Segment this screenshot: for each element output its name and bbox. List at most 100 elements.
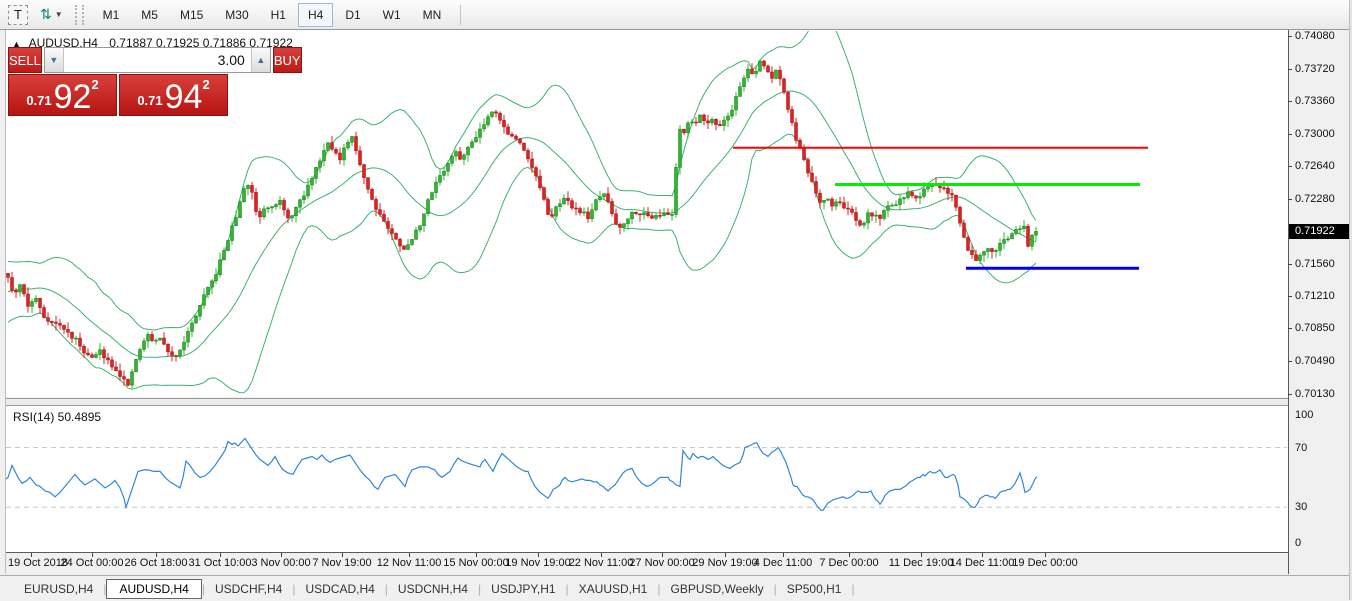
timeframe-button-m1[interactable]: M1 <box>93 3 130 27</box>
sell-price-big: 92 <box>54 82 92 112</box>
price-tick-mark <box>1288 328 1292 329</box>
price-tick-label: 0.70130 <box>1295 388 1335 400</box>
price-tick-mark <box>1288 101 1292 102</box>
time-tick-label: 19 Dec 00:00 <box>1012 557 1077 569</box>
time-axis[interactable]: 19 Oct 201824 Oct 00:0026 Oct 18:0031 Oc… <box>6 553 1288 573</box>
buy-price-sup: 2 <box>202 77 209 92</box>
time-tick-label: 26 Oct 18:00 <box>125 557 188 569</box>
time-tick-label: 29 Nov 19:00 <box>692 557 757 569</box>
time-tick-mark <box>1045 553 1046 557</box>
chart-tab-gbpusd[interactable]: GBPUSD,Weekly <box>660 579 773 599</box>
price-tick-label: 0.71560 <box>1295 258 1335 270</box>
time-tick-mark <box>476 553 477 557</box>
price-tick-mark <box>1288 134 1292 135</box>
price-axis-border <box>1288 30 1289 574</box>
toolbar-separator <box>460 5 461 25</box>
rsi-level-label: 70 <box>1295 442 1307 454</box>
buy-price-base: 0.71 <box>137 93 162 108</box>
chart-tab-bar: EURUSD,H4|AUDUSD,H4|USDCHF,H4|USDCAD,H4|… <box>0 575 1352 601</box>
chevron-down-icon[interactable]: ▼ <box>55 10 63 19</box>
rsi-level-label: 100 <box>1295 409 1313 421</box>
timeframe-button-d1[interactable]: D1 <box>335 3 370 27</box>
price-tick-label: 0.72280 <box>1295 193 1335 205</box>
time-tick-mark <box>982 553 983 557</box>
rsi-level-label: 0 <box>1295 537 1301 549</box>
time-tick-mark <box>662 553 663 557</box>
chart-tab-eurusd[interactable]: EURUSD,H4 <box>14 579 103 599</box>
time-tick-label: 7 Nov 19:00 <box>312 557 371 569</box>
time-tick-label: 3 Nov 00:00 <box>251 557 310 569</box>
panel-splitter[interactable] <box>6 398 1288 406</box>
timeframe-button-mn[interactable]: MN <box>413 3 452 27</box>
timeframe-button-h1[interactable]: H1 <box>261 3 296 27</box>
price-tick-label: 0.74080 <box>1295 30 1335 42</box>
rsi-svg <box>6 406 1288 552</box>
buy-price-big: 94 <box>165 82 203 112</box>
chart-tab-sp500[interactable]: SP500,H1 <box>777 579 852 599</box>
time-tick-label: 19 Nov 19:00 <box>505 557 570 569</box>
time-tick-label: 22 Nov 11:00 <box>569 557 634 569</box>
time-tick-label: 15 Nov 00:00 <box>443 557 508 569</box>
price-tick-mark <box>1288 69 1292 70</box>
arrows-tool-icon[interactable]: ⇅ <box>38 5 54 24</box>
current-price-badge: 0.71922 <box>1289 224 1349 239</box>
price-tick-label: 0.71210 <box>1295 290 1335 302</box>
time-tick-label: 24 Oct 00:00 <box>61 557 124 569</box>
volume-decrease-button[interactable]: ▼ <box>45 48 64 72</box>
chart-tab-usdjpy[interactable]: USDJPY,H1 <box>481 579 565 599</box>
price-tick-mark <box>1288 264 1292 265</box>
time-tick-label: 14 Dec 11:00 <box>950 557 1015 569</box>
volume-control: ▼ ▲ <box>44 47 271 73</box>
chart-tab-usdcnh[interactable]: USDCNH,H4 <box>388 579 478 599</box>
timeframe-button-w1[interactable]: W1 <box>373 3 411 27</box>
text-tool-icon[interactable]: T <box>8 5 28 25</box>
time-tick-mark <box>409 553 410 557</box>
price-tick-mark <box>1288 394 1292 395</box>
price-tick-mark <box>1288 296 1292 297</box>
chart-tab-xauusd[interactable]: XAUUSD,H1 <box>569 579 658 599</box>
time-tick-label: 11 Dec 19:00 <box>889 557 954 569</box>
price-tick-label: 0.73360 <box>1295 95 1335 107</box>
toolbar-grip[interactable] <box>75 5 84 25</box>
rsi-line <box>6 439 1037 511</box>
volume-input[interactable] <box>64 48 251 72</box>
timeframe-button-m15[interactable]: M15 <box>170 3 213 27</box>
buy-price-button[interactable]: 0.71942 <box>119 74 228 116</box>
chart-tab-audusd[interactable]: AUDUSD,H4 <box>106 579 201 599</box>
price-tick-mark <box>1288 36 1292 37</box>
time-tick-label: 19 Oct 2018 <box>8 557 68 569</box>
chart-tab-usdchf[interactable]: USDCHF,H4 <box>205 579 292 599</box>
time-tick-mark <box>783 553 784 557</box>
time-tick-mark <box>921 553 922 557</box>
price-tick-mark <box>1288 199 1292 200</box>
sell-button[interactable]: SELL <box>8 47 42 73</box>
rsi-level-label: 30 <box>1295 501 1307 513</box>
rsi-indicator-label: RSI(14) 50.4895 <box>13 410 101 424</box>
time-tick-mark <box>538 553 539 557</box>
time-tick-label: 4 Dec 11:00 <box>754 557 813 569</box>
price-tick-label: 0.73000 <box>1295 128 1335 140</box>
time-tick-label: 7 Dec 00:00 <box>819 557 878 569</box>
timeframe-buttons: M1M5M15M30H1H4D1W1MN <box>92 0 453 29</box>
chart-tab-usdcad[interactable]: USDCAD,H4 <box>295 579 384 599</box>
timeframe-button-h4[interactable]: H4 <box>298 3 333 27</box>
buy-button[interactable]: BUY <box>273 47 302 73</box>
time-tick-label: 27 Nov 00:00 <box>629 557 694 569</box>
timeframe-button-m5[interactable]: M5 <box>131 3 168 27</box>
tab-separator: | <box>851 582 854 596</box>
price-tick-label: 0.70850 <box>1295 322 1335 334</box>
price-tick-mark <box>1288 166 1292 167</box>
time-tick-mark <box>156 553 157 557</box>
time-tick-label: 31 Oct 10:00 <box>189 557 252 569</box>
price-tick-mark <box>1288 361 1292 362</box>
one-click-trading-panel: SELL ▼ ▲ BUY 0.71922 0.71942 <box>8 47 230 116</box>
volume-increase-button[interactable]: ▲ <box>251 48 270 72</box>
time-tick-mark <box>92 553 93 557</box>
time-tick-mark <box>725 553 726 557</box>
price-tick-label: 0.70490 <box>1295 355 1335 367</box>
time-tick-mark <box>220 553 221 557</box>
sell-price-button[interactable]: 0.71922 <box>8 74 117 116</box>
price-tick-label: 0.72640 <box>1295 160 1335 172</box>
timeframe-button-m30[interactable]: M30 <box>215 3 258 27</box>
time-tick-mark <box>601 553 602 557</box>
